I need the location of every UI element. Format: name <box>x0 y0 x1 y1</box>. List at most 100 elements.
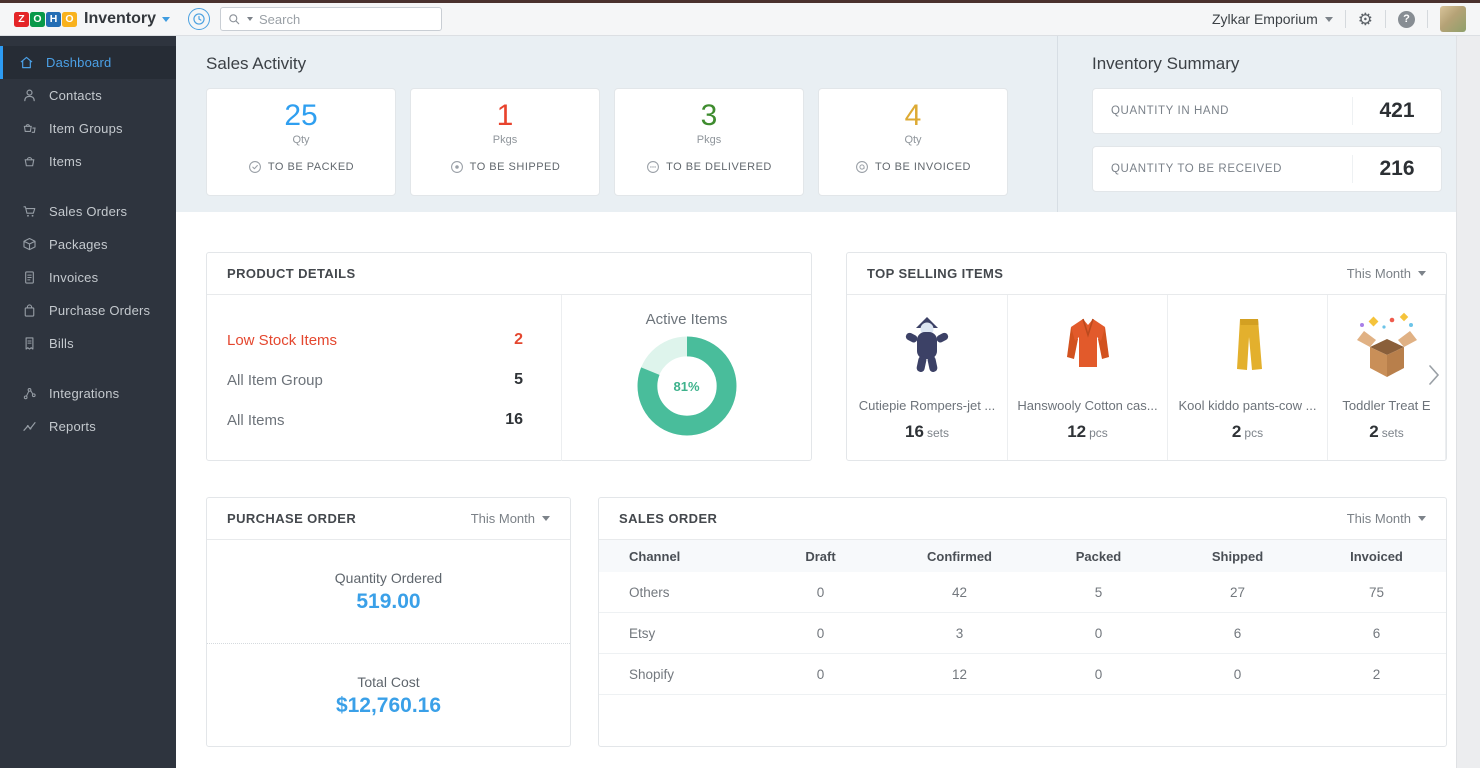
integrations-icon <box>21 385 38 402</box>
sidebar-item-label: Sales Orders <box>49 204 128 219</box>
divider <box>1057 36 1058 212</box>
cell: 3 <box>955 625 964 641</box>
sales-order-table: Channel Draft Confirmed Packed Shipped I… <box>599 540 1446 695</box>
zoho-brand[interactable]: Z O H O Inventory <box>0 10 176 28</box>
home-icon <box>18 54 35 71</box>
row-value: 216 <box>1379 157 1415 180</box>
card-value: 3 <box>700 99 718 132</box>
card-value: 1 <box>496 99 514 132</box>
item-name: Cutiepie Rompers-jet ... <box>858 398 996 413</box>
sidebar-item-sales-orders[interactable]: Sales Orders <box>0 195 176 228</box>
sidebar-item-item-groups[interactable]: Item Groups <box>0 112 176 145</box>
sidebar-item-dashboard[interactable]: Dashboard <box>0 46 176 79</box>
period-label: This Month <box>1346 266 1411 281</box>
to-be-invoiced-card[interactable]: 4 Qty TO BE INVOICED <box>818 88 1008 196</box>
item-name: Toddler Treat E <box>1342 398 1431 413</box>
column-header: Confirmed <box>927 548 992 564</box>
quantity-in-hand-row[interactable]: QUANTITY IN HAND 421 <box>1092 88 1442 134</box>
sales-activity-cards: 25 Qty TO BE PACKED 1 Pkgs TO BE SHIPPED… <box>206 88 1008 196</box>
item-qty: 16 <box>905 422 924 441</box>
scrollbar[interactable] <box>1456 36 1480 768</box>
invoice-icon <box>21 269 38 286</box>
top-selling-item[interactable]: Kool kiddo pants-cow ... 2 pcs <box>1168 295 1328 460</box>
item-unit: pcs <box>1244 426 1264 440</box>
chevron-down-icon <box>542 516 550 521</box>
help-icon[interactable] <box>1398 10 1415 28</box>
row-label: All Items <box>227 411 285 429</box>
reports-icon <box>21 418 38 435</box>
panel-title: SALES ORDER <box>619 511 718 526</box>
search-category-caret-icon[interactable] <box>247 17 253 21</box>
chevron-down-icon <box>1418 271 1426 276</box>
card-unit: Qty <box>904 134 922 146</box>
period-dropdown[interactable]: This Month <box>471 511 550 526</box>
cell: 6 <box>1233 625 1242 641</box>
item-name: Kool kiddo pants-cow ... <box>1178 398 1317 413</box>
column-header: Channel <box>629 548 681 564</box>
search-input[interactable] <box>259 11 435 27</box>
cell: 0 <box>1094 666 1103 682</box>
separator <box>1344 10 1346 28</box>
row-value: 16 <box>505 411 523 428</box>
chevron-down-icon <box>1324 16 1333 22</box>
logo-letter: H <box>46 11 61 27</box>
box-image <box>1342 303 1432 398</box>
all-item-group-row[interactable]: All Item Group 5 <box>227 360 541 400</box>
row-value: 2 <box>514 331 523 348</box>
sidebar-item-reports[interactable]: Reports <box>0 410 176 443</box>
purchase-order-panel: PURCHASE ORDER This Month Quantity Order… <box>206 497 571 747</box>
top-selling-item[interactable]: Cutiepie Rompers-jet ... 16 sets <box>847 295 1008 460</box>
logo-letter: O <box>30 11 45 27</box>
to-be-shipped-card[interactable]: 1 Pkgs TO BE SHIPPED <box>410 88 600 196</box>
cell: 2 <box>1372 666 1381 682</box>
top-selling-item[interactable]: Hanswooly Cotton cas... 12 pcs <box>1008 295 1168 460</box>
item-unit: pcs <box>1089 426 1108 440</box>
sidebar-item-contacts[interactable]: Contacts <box>0 79 176 112</box>
gear-icon[interactable]: ⚙ <box>1358 11 1373 28</box>
user-avatar[interactable] <box>1440 6 1466 32</box>
cell: 5 <box>1094 584 1103 600</box>
carousel-next-icon[interactable] <box>1424 355 1444 395</box>
chevron-down-icon[interactable] <box>162 16 171 22</box>
card-label: TO BE SHIPPED <box>469 161 561 173</box>
period-label: This Month <box>1346 511 1411 526</box>
low-stock-items-row[interactable]: Low Stock Items 2 <box>227 320 541 360</box>
cell: 27 <box>1229 584 1246 600</box>
donut-percent: 81% <box>673 378 700 394</box>
zoho-logo: Z O H O <box>14 11 77 27</box>
org-switcher[interactable]: Zylkar Emporium <box>1212 11 1333 27</box>
sidebar-item-purchase-orders[interactable]: Purchase Orders <box>0 294 176 327</box>
metric-value: 519.00 <box>356 589 421 613</box>
topbar-right: Zylkar Emporium ⚙ <box>1212 6 1480 32</box>
item-unit: sets <box>926 426 949 440</box>
sidebar-item-items[interactable]: Items <box>0 145 176 178</box>
sales-order-panel: SALES ORDER This Month Channel Draft Con… <box>598 497 1447 747</box>
table-row[interactable]: Others 0 42 5 27 75 <box>599 572 1446 613</box>
person-icon <box>21 87 38 104</box>
sidebar-item-label: Invoices <box>49 270 99 285</box>
row-label: QUANTITY IN HAND <box>1111 105 1230 117</box>
card-unit: Pkgs <box>696 134 722 146</box>
search-box[interactable] <box>220 7 442 31</box>
panel-title: TOP SELLING ITEMS <box>867 266 1004 281</box>
item-qty: 2 <box>1369 422 1379 441</box>
card-value: 4 <box>904 99 922 132</box>
cell: 6 <box>1372 625 1381 641</box>
to-be-delivered-card[interactable]: 3 Pkgs TO BE DELIVERED <box>614 88 804 196</box>
sidebar-item-integrations[interactable]: Integrations <box>0 377 176 410</box>
all-items-row[interactable]: All Items 16 <box>227 400 541 440</box>
sidebar-item-bills[interactable]: Bills <box>0 327 176 360</box>
sidebar-item-packages[interactable]: Packages <box>0 228 176 261</box>
table-row[interactable]: Shopify 0 12 0 0 2 <box>599 654 1446 695</box>
pants-image <box>1203 303 1293 398</box>
cell: 75 <box>1368 584 1385 600</box>
column-header: Shipped <box>1211 548 1264 564</box>
period-dropdown[interactable]: This Month <box>1347 266 1426 281</box>
to-be-packed-card[interactable]: 25 Qty TO BE PACKED <box>206 88 396 196</box>
sidebar-item-invoices[interactable]: Invoices <box>0 261 176 294</box>
table-row[interactable]: Etsy 0 3 0 6 6 <box>599 613 1446 654</box>
history-icon[interactable] <box>188 8 210 30</box>
quantity-to-be-received-row[interactable]: QUANTITY TO BE RECEIVED 216 <box>1092 146 1442 192</box>
channel-cell: Others <box>629 584 670 600</box>
period-dropdown[interactable]: This Month <box>1347 511 1426 526</box>
